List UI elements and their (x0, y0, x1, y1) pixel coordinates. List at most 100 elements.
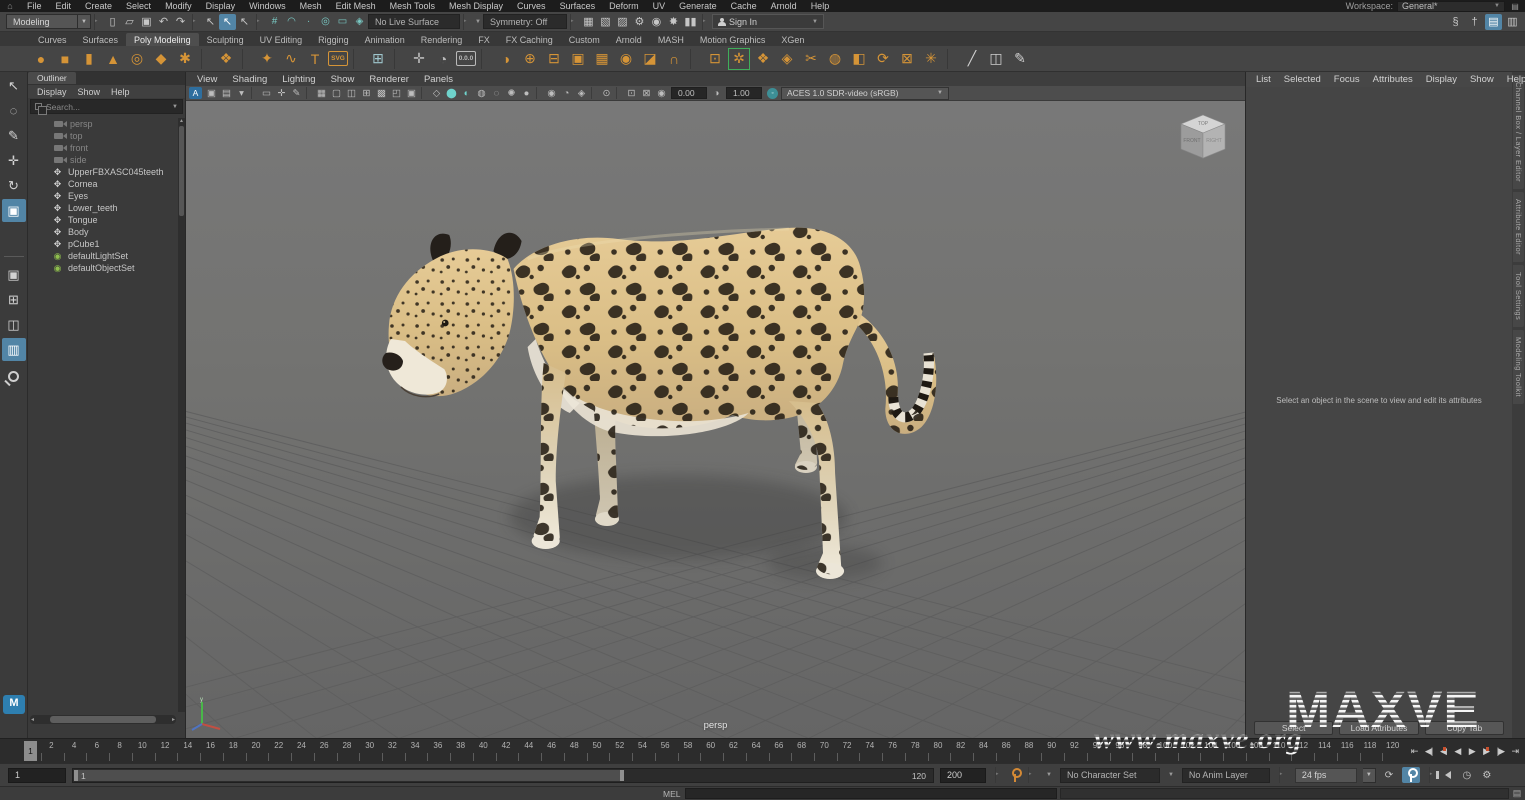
light-editor-icon[interactable]: ✸ (665, 14, 682, 30)
current-time-field[interactable]: 1 (8, 768, 66, 783)
exposure-icon[interactable]: ◉ (654, 88, 669, 99)
viewport-menu-shading[interactable]: Shading (225, 74, 274, 85)
boolean-icon[interactable]: ◈ (776, 48, 798, 70)
isolate-select-icon[interactable]: ⊙ (599, 88, 614, 99)
gamma-field[interactable]: 1.00 (726, 87, 762, 99)
safe-title-icon[interactable]: ▣ (404, 88, 419, 99)
separate-icon[interactable]: ⊟ (543, 48, 565, 70)
outliner-item-upperfbxasc045teeth[interactable]: ✥UpperFBXASC045teeth (28, 166, 178, 178)
grease-pencil-icon[interactable]: ✎ (289, 88, 304, 99)
outliner-item-defaultlightset[interactable]: ◉defaultLightSet (28, 250, 178, 262)
shelf-tab-uv-editing[interactable]: UV Editing (252, 33, 311, 46)
menu-windows[interactable]: Windows (242, 0, 293, 12)
character-set-selector[interactable]: No Character Set (1060, 768, 1160, 783)
maya-app-icon[interactable]: ⌂ (0, 1, 20, 11)
fps-selector[interactable]: 24 fps (1295, 768, 1357, 783)
menu-display[interactable]: Display (199, 0, 243, 12)
animation-preferences-icon[interactable]: ⚙ (1480, 770, 1494, 781)
select-button[interactable]: Select (1254, 721, 1333, 735)
poly-disc-icon[interactable]: ✱ (174, 48, 196, 70)
outliner-item-body[interactable]: ✥Body (28, 226, 178, 238)
zoom-layout-icon[interactable] (8, 371, 19, 382)
shelf-tab-rendering[interactable]: Rendering (413, 33, 471, 46)
menu-mesh[interactable]: Mesh (293, 0, 329, 12)
single-pane-layout[interactable]: ▣ (2, 263, 26, 286)
xray-icon[interactable]: ◌ (489, 88, 504, 99)
scene-3d[interactable] (186, 101, 1245, 738)
attribute-editor-menu-list[interactable]: List (1250, 74, 1277, 85)
attribute-editor-toggle-icon[interactable]: ▥ (1504, 14, 1521, 30)
shelf-tab-mash[interactable]: MASH (650, 33, 692, 46)
menu-modify[interactable]: Modify (158, 0, 199, 12)
render-sequence-icon[interactable]: ▨ (614, 14, 631, 30)
viewport-menu-lighting[interactable]: Lighting (275, 74, 322, 85)
outliner-item-tongue[interactable]: ✥Tongue (28, 214, 178, 226)
menu-create[interactable]: Create (78, 0, 119, 12)
bridge-icon[interactable]: ∩ (663, 48, 685, 70)
outliner-vertical-scrollbar[interactable]: ▲ (178, 118, 185, 712)
menu-generate[interactable]: Generate (672, 0, 724, 12)
delete-history-icon[interactable]: ◔ (432, 48, 454, 70)
shadows-icon[interactable]: ● (519, 88, 534, 99)
resolution-gate-icon[interactable]: ◫ (344, 88, 359, 99)
menu-surfaces[interactable]: Surfaces (553, 0, 603, 12)
extract-icon[interactable]: ▣ (567, 48, 589, 70)
poly-cylinder-icon[interactable]: ▮ (78, 48, 100, 70)
textured-icon[interactable]: ◐ (459, 88, 474, 99)
menu-mesh-display[interactable]: Mesh Display (442, 0, 510, 12)
snap-to-projected-center-icon[interactable]: ◎ (317, 14, 334, 30)
select-component-icon[interactable]: ↖ (236, 14, 253, 30)
snap-to-grid-icon[interactable]: # (266, 14, 283, 30)
select-tool[interactable]: ↖ (2, 74, 26, 97)
platonic-solid-icon[interactable]: ❖ (215, 48, 237, 70)
field-chart-icon[interactable]: ▩ (374, 88, 389, 99)
side-tab-attribute-editor[interactable]: Attribute Editor (1513, 192, 1524, 262)
bevel-icon[interactable]: ◪ (639, 48, 661, 70)
menu-edit[interactable]: Edit (49, 0, 79, 12)
attribute-editor-menu-display[interactable]: Display (1420, 74, 1463, 85)
outliner-persp-layout[interactable]: ▥ (2, 338, 26, 361)
quad-draw-icon[interactable]: ◫ (985, 48, 1007, 70)
outliner-menu-show[interactable]: Show (78, 87, 101, 97)
shelf-tab-curves[interactable]: Curves (30, 33, 75, 46)
live-surface-field[interactable]: No Live Surface (368, 14, 460, 29)
render-settings-icon[interactable]: ⚙ (631, 14, 648, 30)
viewport-menu-view[interactable]: View (190, 74, 224, 85)
flip-icon[interactable]: ◧ (848, 48, 870, 70)
redo-icon[interactable]: ↷ (172, 14, 189, 30)
grid-toggle-icon[interactable]: ▦ (314, 88, 329, 99)
group-separator[interactable] (702, 14, 709, 30)
shelf-tab-arnold[interactable]: Arnold (608, 33, 650, 46)
paint-select-tool[interactable]: ✎ (2, 124, 26, 147)
lock-camera-icon[interactable]: ▣ (204, 88, 219, 99)
lasso-select-tool[interactable]: ◌ (2, 99, 26, 122)
attribute-editor-menu-help[interactable]: Help (1501, 74, 1525, 85)
make-live-icon[interactable]: ◈ (351, 14, 368, 30)
scrollbar-thumb[interactable] (50, 716, 155, 723)
shelf-tab-surfaces[interactable]: Surfaces (75, 33, 127, 46)
scale-tool[interactable]: ▣ (2, 199, 26, 222)
fill-hole-icon[interactable]: ▦ (591, 48, 613, 70)
center-pivot-icon[interactable]: ✛ (408, 48, 430, 70)
sweep-mesh-icon[interactable]: ∿ (280, 48, 302, 70)
chevron-down-icon[interactable]: ▼ (1166, 772, 1176, 778)
use-default-material-icon[interactable]: ◍ (474, 88, 489, 99)
undo-icon[interactable]: ↶ (155, 14, 172, 30)
menu-set-selector[interactable]: Modeling (6, 14, 78, 29)
lighting-icon[interactable]: ✺ (504, 88, 519, 99)
duplicate-special-icon[interactable]: ✲ (728, 48, 750, 70)
camera-attributes-icon[interactable]: ▤ (219, 88, 234, 99)
type-tool-icon[interactable]: T (304, 48, 326, 70)
auto-keyframe-toggle[interactable] (1402, 767, 1420, 783)
shelf-tab-sculpting[interactable]: Sculpting (199, 33, 252, 46)
outliner-item-persp[interactable]: persp (28, 118, 178, 130)
range-slider[interactable]: 1 120 (72, 768, 934, 783)
command-input[interactable] (685, 788, 1057, 799)
motion-blur-icon[interactable]: ◔ (559, 88, 574, 99)
ipr-render-icon[interactable]: ▧ (597, 14, 614, 30)
outliner-item-pcube1[interactable]: ✥pCube1 (28, 238, 178, 250)
crease-tool-icon[interactable]: ╱ (961, 48, 983, 70)
menu-set-chevron-icon[interactable]: ▼ (78, 14, 91, 29)
2d-pan-zoom-icon[interactable]: ✛ (274, 88, 289, 99)
side-tab-channel-box-layer-editor[interactable]: Channel Box / Layer Editor (1513, 75, 1524, 189)
